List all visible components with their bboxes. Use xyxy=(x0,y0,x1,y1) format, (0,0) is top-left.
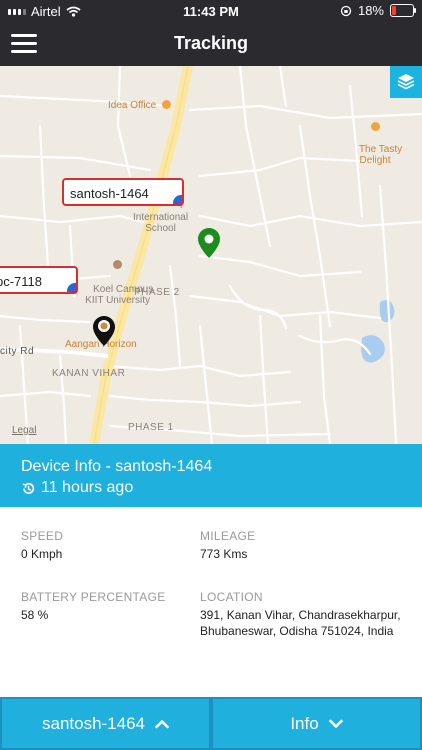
battery-field: BATTERY PERCENTAGE 58 % xyxy=(21,590,166,623)
callout-corner-indicator xyxy=(67,283,76,292)
poi-idea-office[interactable]: Idea Office xyxy=(108,100,171,111)
battery-icon xyxy=(390,4,416,17)
area-label-kanan-vihar: KANAN VIHAR xyxy=(52,368,126,379)
poi-tasty-delight[interactable]: The Tasty Delight xyxy=(348,100,402,177)
app-header: Tracking xyxy=(0,22,422,66)
speed-field: SPEED 0 Kmph xyxy=(21,529,63,562)
poi-tasty-delight-label: The Tasty Delight xyxy=(358,144,403,166)
info-toggle-label: Info xyxy=(290,713,319,733)
battery-percent: 18% xyxy=(357,3,384,18)
status-bar: Airtel 11:43 PM 18% xyxy=(0,0,422,22)
marker-callout-label: santosh-1464 xyxy=(70,186,149,201)
chevron-up-icon xyxy=(155,719,169,728)
area-label-phase2: PHASE 2 xyxy=(134,287,180,298)
last-seen-text: 11 hours ago xyxy=(41,479,134,496)
page-title: Tracking xyxy=(173,33,249,53)
marker-callout-santosh[interactable]: santosh-1464 xyxy=(62,178,184,206)
map-view[interactable]: Idea Office The Tasty Delight r Internat… xyxy=(0,66,422,444)
info-toggle-button[interactable]: Info xyxy=(213,699,420,748)
bottom-bar: santosh-1464 Info xyxy=(0,697,422,750)
callout-corner-indicator xyxy=(173,195,182,204)
mileage-value: 773 Kms xyxy=(200,547,248,561)
device-select-label: santosh-1464 xyxy=(41,713,146,733)
green-location-pin-icon[interactable] xyxy=(198,228,220,258)
chevron-down-icon xyxy=(328,719,343,728)
device-last-seen: 11 hours ago xyxy=(21,479,133,497)
location-field: LOCATION 391, Kanan Vihar, Chandrasekhar… xyxy=(200,590,418,639)
battery-fill xyxy=(392,6,396,15)
poi-marker-icon xyxy=(370,122,380,131)
device-info-title: Device Info - santosh-1464 xyxy=(21,458,213,475)
poi-koel-campus[interactable]: Koel Campus KIIT University xyxy=(82,238,153,317)
device-select-button[interactable]: santosh-1464 xyxy=(2,699,209,748)
area-label-phase1: PHASE 1 xyxy=(128,422,174,433)
speed-label: SPEED xyxy=(21,529,64,543)
device-info-banner: Device Info - santosh-1464 11 hours ago xyxy=(0,444,422,507)
speed-value: 0 Kmph xyxy=(21,547,63,561)
black-location-pin-icon[interactable] xyxy=(93,316,115,346)
layers-icon xyxy=(397,74,415,90)
map-legal-link[interactable]: Legal xyxy=(12,425,36,436)
marker-callout-label: pc-7118 xyxy=(0,274,43,289)
battery-label: BATTERY PERCENTAGE xyxy=(21,590,166,604)
device-details: SPEED 0 Kmph MILEAGE 773 Kms BATTERY PER… xyxy=(0,507,422,697)
poi-international-school[interactable]: International School xyxy=(133,212,188,234)
road-label-city-rd: city Rd xyxy=(0,346,35,357)
location-label: LOCATION xyxy=(200,590,263,604)
location-value: 391, Kanan Vihar, Chandrasekharpur, Bhub… xyxy=(200,608,401,638)
history-icon xyxy=(22,482,35,494)
poi-marker-icon xyxy=(161,100,171,109)
battery-value: 58 % xyxy=(21,608,49,622)
layers-button[interactable] xyxy=(390,66,422,98)
mileage-field: MILEAGE 773 Kms xyxy=(200,529,255,562)
mileage-label: MILEAGE xyxy=(200,529,256,543)
orientation-lock-icon xyxy=(340,5,352,16)
poi-marker-icon xyxy=(113,260,123,269)
marker-callout-pc[interactable]: pc-7118 xyxy=(0,266,78,294)
poi-idea-office-label: Idea Office xyxy=(108,100,157,111)
status-right: 18% xyxy=(340,3,416,18)
